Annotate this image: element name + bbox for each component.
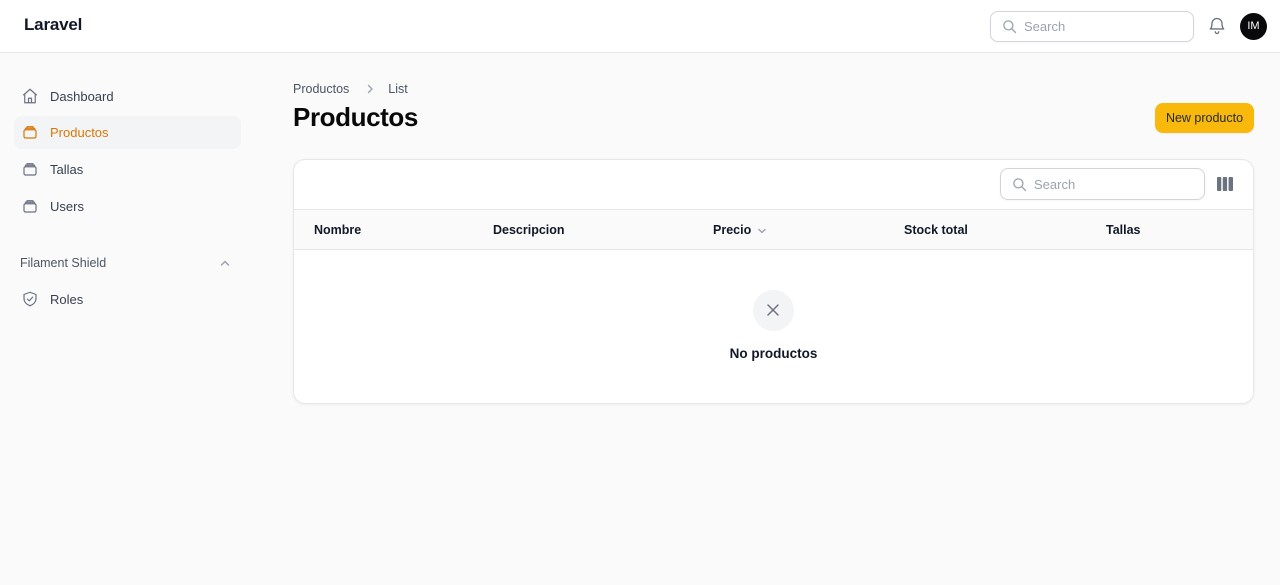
sidebar-item-label: Tallas: [50, 162, 84, 177]
sidebar-item-dashboard[interactable]: Dashboard: [14, 80, 241, 113]
sidebar: Dashboard Productos Tallas Users Filamen…: [0, 53, 256, 585]
table-search-input[interactable]: [1034, 169, 1199, 199]
empty-state-text: No productos: [729, 346, 818, 361]
brand-logo[interactable]: Laravel: [24, 15, 82, 35]
column-header-precio[interactable]: Precio: [713, 223, 767, 237]
search-icon: [1003, 20, 1017, 34]
sidebar-item-roles[interactable]: Roles: [14, 283, 241, 316]
column-header-nombre: Nombre: [314, 223, 362, 237]
sidebar-item-productos[interactable]: Productos: [14, 116, 241, 149]
table-card: Nombre Descripcion Precio Stock total Ta…: [293, 159, 1254, 404]
sidebar-item-label: Roles: [50, 292, 84, 307]
sidebar-item-label: Productos: [50, 125, 109, 140]
new-producto-button[interactable]: New producto: [1155, 103, 1254, 133]
chevron-right-icon: [367, 84, 373, 93]
column-toggle-icon[interactable]: [1217, 177, 1233, 191]
sidebar-item-label: Dashboard: [50, 89, 114, 104]
table-search[interactable]: [1000, 168, 1205, 200]
topbar: Laravel IM: [0, 0, 1280, 53]
sidebar-item-users[interactable]: Users: [14, 190, 241, 223]
table-header: Nombre Descripcion Precio Stock total Ta…: [294, 209, 1253, 250]
column-header-stock-total: Stock total: [904, 223, 968, 237]
page-title: Productos: [293, 102, 418, 132]
global-search-input[interactable]: [1024, 12, 1184, 41]
empty-state-icon-wrap: [753, 290, 794, 331]
home-icon: [22, 88, 38, 104]
sidebar-item-tallas[interactable]: Tallas: [14, 153, 241, 186]
notifications-bell-icon[interactable]: [1207, 16, 1227, 36]
chevron-up-icon[interactable]: [219, 257, 231, 269]
sidebar-group-label: Filament Shield: [20, 256, 107, 270]
user-avatar[interactable]: IM: [1240, 13, 1267, 40]
column-header-tallas: Tallas: [1106, 223, 1141, 237]
x-mark-icon: [767, 304, 779, 316]
rectangle-stack-icon: [23, 163, 37, 176]
breadcrumb-current: List: [388, 81, 408, 96]
column-header-descripcion: Descripcion: [493, 223, 565, 237]
shield-check-icon: [23, 291, 37, 307]
search-icon: [1013, 178, 1027, 192]
breadcrumb-link-productos[interactable]: Productos: [293, 82, 349, 96]
sidebar-item-label: Users: [50, 199, 84, 214]
chevron-down-icon: [758, 228, 766, 233]
rectangle-stack-icon: [23, 200, 37, 213]
global-search[interactable]: [990, 11, 1194, 42]
rectangle-stack-icon: [23, 126, 37, 139]
breadcrumb: Productos List: [293, 81, 408, 96]
column-header-label: Precio: [713, 223, 752, 237]
